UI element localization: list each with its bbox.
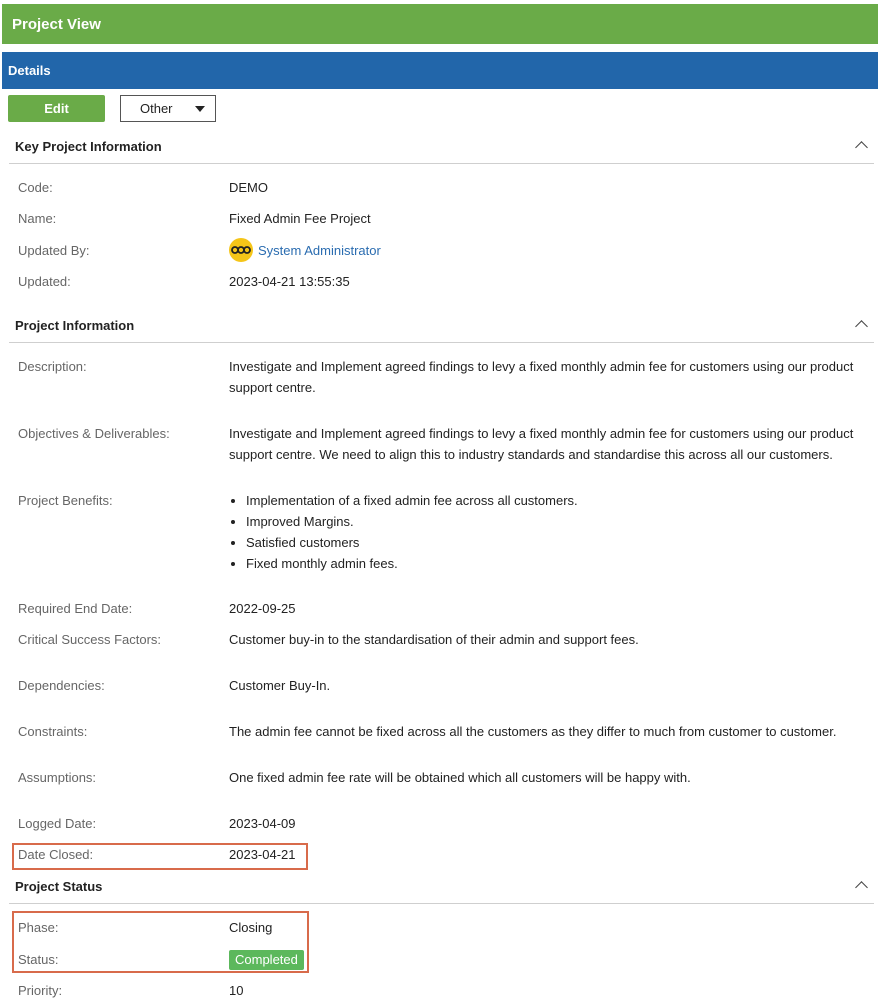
updated-by-label: Updated By: [18, 243, 90, 258]
logged-date-value: 2023-04-09 [229, 816, 296, 831]
details-tab-bar[interactable]: Details [2, 52, 878, 89]
description-value: Investigate and Implement agreed finding… [229, 359, 854, 395]
objectives-label: Objectives & Deliverables: [18, 426, 170, 441]
edit-button[interactable]: Edit [8, 95, 105, 122]
chevron-up-icon[interactable] [855, 881, 868, 894]
list-item: Fixed monthly admin fees. [246, 553, 578, 574]
avatar [229, 238, 253, 262]
chevron-up-icon[interactable] [855, 141, 868, 154]
code-value: DEMO [229, 180, 268, 195]
section-header-project-info[interactable]: Project Information [9, 318, 874, 343]
other-dropdown-button[interactable]: Other [120, 95, 216, 122]
chevron-up-icon[interactable] [855, 320, 868, 333]
name-value: Fixed Admin Fee Project [229, 211, 371, 226]
page-title-bar: Project View [2, 4, 878, 44]
other-dropdown-label: Other [140, 101, 173, 116]
list-item: Improved Margins. [246, 511, 578, 532]
required-end-date-value: 2022-09-25 [229, 601, 296, 616]
required-end-date-label: Required End Date: [18, 601, 133, 616]
constraints-label: Constraints: [18, 724, 88, 739]
logged-date-label: Logged Date: [18, 816, 97, 831]
details-tab-label: Details [8, 63, 51, 78]
status-label: Status: [18, 952, 59, 967]
section-header-key-info[interactable]: Key Project Information [9, 139, 874, 164]
benefits-label: Project Benefits: [18, 493, 113, 508]
description-label: Description: [18, 359, 87, 374]
dependencies-value: Customer Buy-In. [229, 678, 331, 693]
assumptions-label: Assumptions: [18, 770, 97, 785]
date-closed-value: 2023-04-21 [229, 847, 296, 862]
benefits-list: Implementation of a fixed admin fee acro… [229, 490, 578, 574]
priority-label: Priority: [18, 983, 63, 998]
updated-by-user-link[interactable]: System Administrator [258, 240, 381, 261]
critical-success-factors-value: Customer buy-in to the standardisation o… [229, 632, 639, 647]
section-title: Project Status [15, 879, 103, 894]
section-title: Key Project Information [15, 139, 162, 154]
date-closed-label: Date Closed: [18, 847, 94, 862]
section-title: Project Information [15, 318, 135, 333]
dependencies-label: Dependencies: [18, 678, 105, 693]
assumptions-value: One fixed admin fee rate will be obtaine… [229, 770, 691, 785]
name-label: Name: [18, 211, 57, 226]
status-badge: Completed [229, 950, 304, 970]
critical-success-factors-label: Critical Success Factors: [18, 632, 162, 647]
updated-label: Updated: [18, 274, 71, 289]
list-item: Satisfied customers [246, 532, 578, 553]
avatar-logo-icon [231, 246, 251, 254]
constraints-value: The admin fee cannot be fixed across all… [229, 724, 837, 739]
caret-down-icon [195, 106, 205, 112]
priority-value: 10 [229, 983, 244, 998]
objectives-value: Investigate and Implement agreed finding… [229, 426, 854, 462]
list-item: Implementation of a fixed admin fee acro… [246, 490, 578, 511]
status-value: Completed [229, 949, 304, 970]
phase-label: Phase: [18, 920, 59, 935]
page-title: Project View [12, 15, 101, 33]
phase-value: Closing [229, 920, 273, 935]
code-label: Code: [18, 180, 53, 195]
updated-value: 2023-04-21 13:55:35 [229, 274, 350, 289]
section-header-project-status[interactable]: Project Status [9, 879, 874, 904]
